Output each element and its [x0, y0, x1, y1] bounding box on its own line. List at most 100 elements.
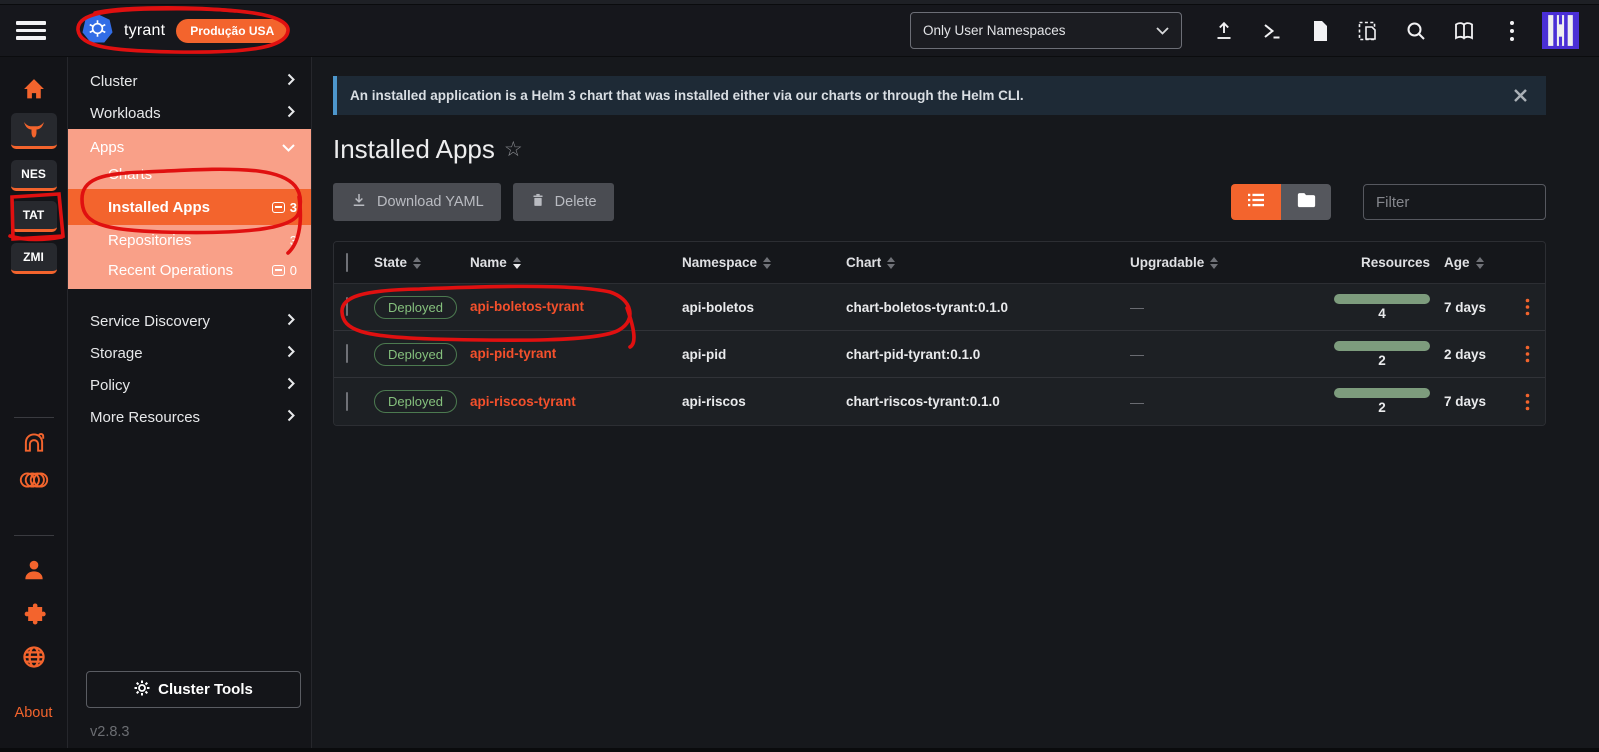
- resources-count: 4: [1378, 305, 1386, 321]
- sidebar-item-installed-apps[interactable]: Installed Apps 3: [68, 189, 311, 225]
- kubeconfig-file-icon[interactable]: [1296, 11, 1344, 51]
- list-view-button[interactable]: [1231, 184, 1281, 220]
- namespace-cell: api-riscos: [682, 394, 746, 409]
- app-name-link[interactable]: api-riscos-tyrant: [470, 394, 576, 409]
- row-checkbox[interactable]: [346, 297, 348, 316]
- sidebar-item-cluster[interactable]: Cluster: [68, 65, 311, 97]
- resources-count: 2: [1378, 400, 1386, 415]
- cluster-tools-button[interactable]: Cluster Tools: [86, 671, 301, 708]
- cluster-bull-icon[interactable]: [10, 113, 57, 149]
- row-kebab-menu-icon[interactable]: [1507, 284, 1545, 330]
- installed-apps-count: 3: [271, 199, 297, 215]
- sort-icon: [1210, 256, 1219, 269]
- repositories-count: 3: [290, 233, 297, 248]
- folder-view-button[interactable]: [1281, 184, 1331, 220]
- close-icon[interactable]: [1508, 84, 1532, 108]
- kubectl-shell-icon[interactable]: [1248, 11, 1296, 51]
- column-header-upgradable[interactable]: Upgradable: [1130, 255, 1280, 270]
- folder-icon: [1297, 192, 1316, 213]
- count-value: 3: [289, 199, 297, 215]
- row-kebab-menu-icon[interactable]: [1507, 331, 1545, 377]
- header-kebab-menu-icon[interactable]: [1488, 11, 1536, 51]
- header-right-tools: Only User Namespaces: [910, 11, 1599, 51]
- fleet-coils-icon[interactable]: [19, 469, 49, 496]
- app-name-link[interactable]: api-boletos-tyrant: [470, 299, 584, 314]
- sidebar-item-label: Repositories: [108, 231, 192, 249]
- upload-icon[interactable]: [1200, 11, 1248, 51]
- user-avatar[interactable]: [1542, 12, 1579, 49]
- delete-button[interactable]: Delete: [512, 183, 614, 221]
- chevron-down-icon: [1156, 23, 1169, 38]
- row-checkbox[interactable]: [346, 344, 348, 363]
- globe-icon[interactable]: [20, 643, 48, 676]
- column-header-resources: Resources: [1360, 255, 1430, 270]
- app-name-link[interactable]: api-pid-tyrant: [470, 346, 556, 361]
- extensions-puzzle-icon[interactable]: [20, 600, 48, 633]
- sidebar-item-more-resources[interactable]: More Resources: [68, 401, 311, 433]
- cluster-name: tyrant: [124, 21, 166, 39]
- namespace-filter-select[interactable]: Only User Namespaces: [910, 12, 1182, 49]
- kubernetes-logo-icon: [82, 13, 113, 49]
- home-icon[interactable]: [19, 75, 49, 108]
- column-header-namespace[interactable]: Namespace: [682, 255, 846, 270]
- project-badge-tat[interactable]: TAT: [10, 201, 57, 232]
- filter-input[interactable]: [1363, 184, 1546, 220]
- namespace-cell: api-pid: [682, 346, 727, 362]
- chevron-down-icon: [282, 139, 295, 156]
- project-badge-zmi[interactable]: ZMI: [10, 243, 57, 274]
- sidebar-item-label: Cluster: [90, 72, 138, 90]
- rancher-app: tyrant Produção USA Only User Namespaces: [0, 0, 1599, 752]
- sidebar-item-service-discovery[interactable]: Service Discovery: [68, 305, 311, 337]
- table-row: Deployed api-boletos-tyrant api-boletos …: [334, 284, 1545, 331]
- chevron-right-icon: [287, 105, 295, 122]
- sort-icon: [512, 256, 521, 269]
- import-yaml-icon[interactable]: [1344, 11, 1392, 51]
- project-badge-label: ZMI: [23, 250, 44, 264]
- age-cell: 2 days: [1444, 346, 1487, 362]
- info-banner: An installed application is a Helm 3 cha…: [333, 76, 1546, 115]
- resources-count: 2: [1378, 352, 1386, 368]
- favorite-star-icon[interactable]: ☆: [504, 137, 523, 162]
- sidebar-apps-group: Apps Charts Installed Apps 3 Repositorie…: [68, 129, 311, 289]
- chevron-right-icon: [287, 73, 295, 90]
- chevron-right-icon: [287, 377, 295, 394]
- bottom-edge-strip: [0, 748, 1599, 752]
- about-link[interactable]: About: [15, 705, 53, 721]
- resources-bar: [1334, 340, 1430, 351]
- project-badge-nes[interactable]: NES: [10, 160, 57, 191]
- table-header-row: State Name Namespace Chart Upgradable Re…: [334, 242, 1545, 284]
- select-all-checkbox[interactable]: [346, 252, 348, 272]
- download-yaml-button[interactable]: Download YAML: [333, 183, 501, 221]
- column-header-state[interactable]: State: [374, 255, 470, 270]
- harvester-icon[interactable]: [20, 429, 48, 460]
- sidebar-item-charts[interactable]: Charts: [68, 159, 311, 189]
- project-badge-label: NES: [21, 167, 46, 181]
- chart-cell: chart-pid-tyrant:0.1.0: [846, 346, 981, 362]
- hamburger-menu-icon[interactable]: [16, 16, 52, 46]
- docs-book-icon[interactable]: [1440, 11, 1488, 51]
- column-header-name[interactable]: Name: [470, 255, 682, 270]
- upgradable-cell: —: [1130, 299, 1144, 315]
- sidebar-item-storage[interactable]: Storage: [68, 337, 311, 369]
- about-label: About: [14, 705, 53, 721]
- column-header-chart[interactable]: Chart: [846, 255, 1130, 270]
- upgradable-cell: —: [1130, 393, 1144, 410]
- rail-divider: [14, 417, 54, 418]
- sidebar-item-workloads[interactable]: Workloads: [68, 97, 311, 129]
- sidebar-item-apps[interactable]: Apps: [68, 129, 311, 159]
- cluster-brand[interactable]: tyrant Produção USA: [82, 13, 289, 49]
- gear-icon: [134, 680, 150, 700]
- cluster-sidebar: Cluster Workloads Apps Charts Installed …: [68, 57, 312, 752]
- row-kebab-menu-icon[interactable]: [1507, 378, 1545, 425]
- sidebar-item-repositories[interactable]: Repositories 3: [68, 225, 311, 255]
- sidebar-item-label: Charts: [108, 165, 153, 183]
- sidebar-item-recent-operations[interactable]: Recent Operations 0: [68, 255, 311, 285]
- column-header-age[interactable]: Age: [1444, 255, 1507, 270]
- users-icon[interactable]: [20, 557, 48, 588]
- chevron-right-icon: [287, 313, 295, 330]
- status-badge: Deployed: [374, 390, 457, 413]
- sidebar-item-policy[interactable]: Policy: [68, 369, 311, 401]
- row-checkbox[interactable]: [346, 391, 348, 411]
- status-badge: Deployed: [374, 295, 457, 319]
- search-icon[interactable]: [1392, 11, 1440, 51]
